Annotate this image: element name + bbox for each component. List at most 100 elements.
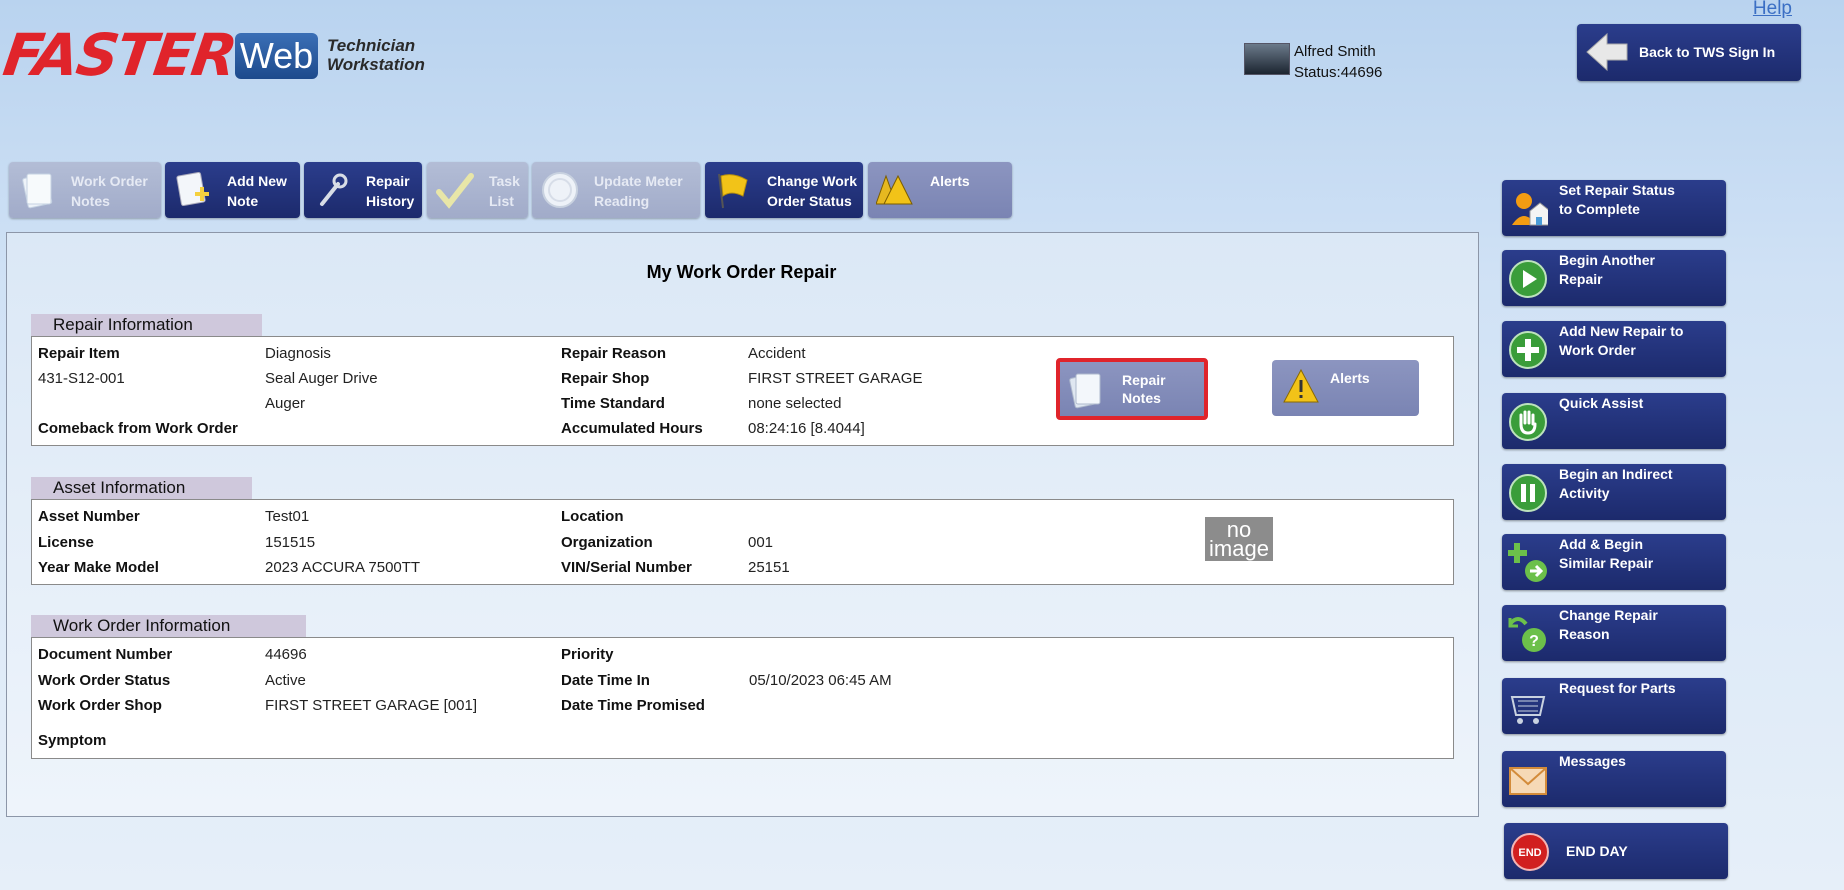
add-new-note-button[interactable]: Add New Note xyxy=(165,162,300,218)
play-icon xyxy=(1509,260,1547,298)
work-order-shop-label: Work Order Shop xyxy=(38,697,162,714)
alerts-toolbar-button[interactable]: Alerts xyxy=(868,162,1012,218)
organization-value: 001 xyxy=(748,534,774,551)
repair-shop-value: FIRST STREET GARAGE xyxy=(748,370,923,387)
messages-button[interactable]: Messages xyxy=(1502,751,1726,807)
pause-icon xyxy=(1509,474,1547,512)
side-button-label: Set Repair Status to Complete xyxy=(1559,182,1675,217)
add-begin-icon xyxy=(1508,543,1547,582)
repair-history-button[interactable]: Repair History xyxy=(304,162,422,218)
repair-item-value: Diagnosis xyxy=(265,345,331,362)
asset-info-title: Asset Information xyxy=(31,477,252,499)
repair-desc-value: Seal Auger Drive xyxy=(265,370,378,387)
vin-label: VIN/Serial Number xyxy=(561,559,692,576)
license-value: 151515 xyxy=(265,534,316,551)
user-avatar xyxy=(1244,43,1290,75)
notes-icon xyxy=(1069,373,1101,409)
plus-icon xyxy=(1509,331,1547,369)
faster-logo: FASTER xyxy=(0,21,240,89)
change-repair-reason-button[interactable]: ? Change Repair Reason xyxy=(1502,605,1726,661)
document-number-label: Document Number xyxy=(38,646,173,663)
year-make-model-label: Year Make Model xyxy=(38,559,159,576)
logo-subtitle-line1: Technician xyxy=(327,36,416,55)
no-image-placeholder: no image xyxy=(1205,517,1273,561)
logo-subtitle: Technician Workstation xyxy=(327,36,425,74)
toolbar-label: Work Order Notes xyxy=(71,173,148,209)
organization-label: Organization xyxy=(561,534,653,551)
checkmark-icon xyxy=(436,173,474,209)
gauge-icon xyxy=(542,172,578,208)
date-time-promised-label: Date Time Promised xyxy=(561,697,705,714)
user-name: Alfred Smith xyxy=(1294,43,1376,60)
warning-icon xyxy=(876,174,913,205)
side-button-label: Begin Another Repair xyxy=(1559,252,1655,287)
warning-icon xyxy=(1283,368,1319,403)
asset-number-value: Test01 xyxy=(265,508,310,525)
no-image-text-2: image xyxy=(1209,536,1269,561)
back-arrow-icon xyxy=(1586,32,1628,72)
vin-value: 25151 xyxy=(748,559,790,576)
page-title: My Work Order Repair xyxy=(646,262,837,282)
back-button-label: Back to TWS Sign In xyxy=(1639,44,1776,60)
request-for-parts-button[interactable]: Request for Parts xyxy=(1502,678,1726,734)
repair-reason-value: Accident xyxy=(748,345,806,362)
side-button-label: Request for Parts xyxy=(1559,680,1676,696)
side-button-label: END DAY xyxy=(1566,843,1628,859)
repair-notes-label: Repair Notes xyxy=(1122,372,1166,406)
repair-desc-value-2: Auger xyxy=(265,395,306,412)
time-standard-value: none selected xyxy=(748,395,842,412)
toolbar-label: Change Work Order Status xyxy=(767,173,857,209)
priority-label: Priority xyxy=(561,646,614,663)
document-number-value: 44696 xyxy=(265,646,307,663)
time-standard-label: Time Standard xyxy=(561,395,665,412)
work-order-info-box xyxy=(31,637,1454,759)
license-label: License xyxy=(38,534,94,551)
repair-reason-label: Repair Reason xyxy=(561,345,667,362)
task-list-button[interactable]: Task List xyxy=(427,162,528,218)
repair-info-title: Repair Information xyxy=(31,314,262,336)
add-new-repair-button[interactable]: Add New Repair to Work Order xyxy=(1502,321,1726,377)
toolbar-label: Repair History xyxy=(366,173,415,209)
side-button-label: Change Repair Reason xyxy=(1559,607,1658,642)
quick-assist-button[interactable]: Quick Assist xyxy=(1502,393,1726,449)
add-begin-similar-repair-button[interactable]: Add & Begin Similar Repair xyxy=(1502,534,1726,590)
question-icon: ? xyxy=(1508,617,1546,652)
set-repair-complete-button[interactable]: Set Repair Status to Complete xyxy=(1502,180,1726,236)
repair-shop-label: Repair Shop xyxy=(561,370,650,387)
back-to-sign-in-button[interactable]: Back to TWS Sign In xyxy=(1577,24,1801,81)
repair-alerts-button[interactable]: Alerts xyxy=(1272,360,1419,416)
work-order-status-label: Work Order Status xyxy=(38,672,171,689)
asset-number-label: Asset Number xyxy=(38,508,140,525)
side-button-label: Add & Begin Similar Repair xyxy=(1559,536,1654,571)
end-badge-text: END xyxy=(1518,847,1541,859)
user-status: Status:44696 xyxy=(1294,64,1383,81)
change-work-order-status-button[interactable]: Change Work Order Status xyxy=(705,162,863,218)
add-note-icon xyxy=(176,171,209,207)
begin-indirect-activity-button[interactable]: Begin an Indirect Activity xyxy=(1502,464,1726,520)
repair-item-label: Repair Item xyxy=(38,345,120,362)
begin-another-repair-button[interactable]: Begin Another Repair xyxy=(1502,250,1726,306)
envelope-icon xyxy=(1509,767,1547,795)
parts-cart-icon xyxy=(1510,696,1546,724)
update-meter-reading-button[interactable]: Update Meter Reading xyxy=(532,162,700,218)
svg-text:?: ? xyxy=(1529,633,1539,650)
end-day-button[interactable]: END END DAY xyxy=(1504,823,1728,879)
toolbar-label: Update Meter Reading xyxy=(594,173,683,209)
complete-status-icon xyxy=(1512,193,1548,226)
toolbar-label: Add New Note xyxy=(227,173,287,209)
side-button-label: Quick Assist xyxy=(1559,395,1644,411)
help-link[interactable]: Help xyxy=(1753,0,1792,20)
work-order-notes-button[interactable]: Work Order Notes xyxy=(9,162,161,218)
date-time-in-value: 05/10/2023 06:45 AM xyxy=(749,672,892,689)
toolbar-label: Alerts xyxy=(930,173,970,189)
repair-notes-button[interactable]: Repair Notes xyxy=(1056,358,1208,420)
wrench-icon xyxy=(320,173,348,206)
year-make-model-value: 2023 ACCURA 7500TT xyxy=(265,559,421,576)
work-order-info-title: Work Order Information xyxy=(31,615,306,637)
location-label: Location xyxy=(561,508,624,525)
end-icon: END xyxy=(1511,833,1549,871)
hand-icon xyxy=(1509,403,1547,441)
repair-alerts-label: Alerts xyxy=(1330,370,1370,386)
web-logo-badge: Web xyxy=(235,33,318,79)
work-order-shop-value: FIRST STREET GARAGE [001] xyxy=(265,697,478,714)
